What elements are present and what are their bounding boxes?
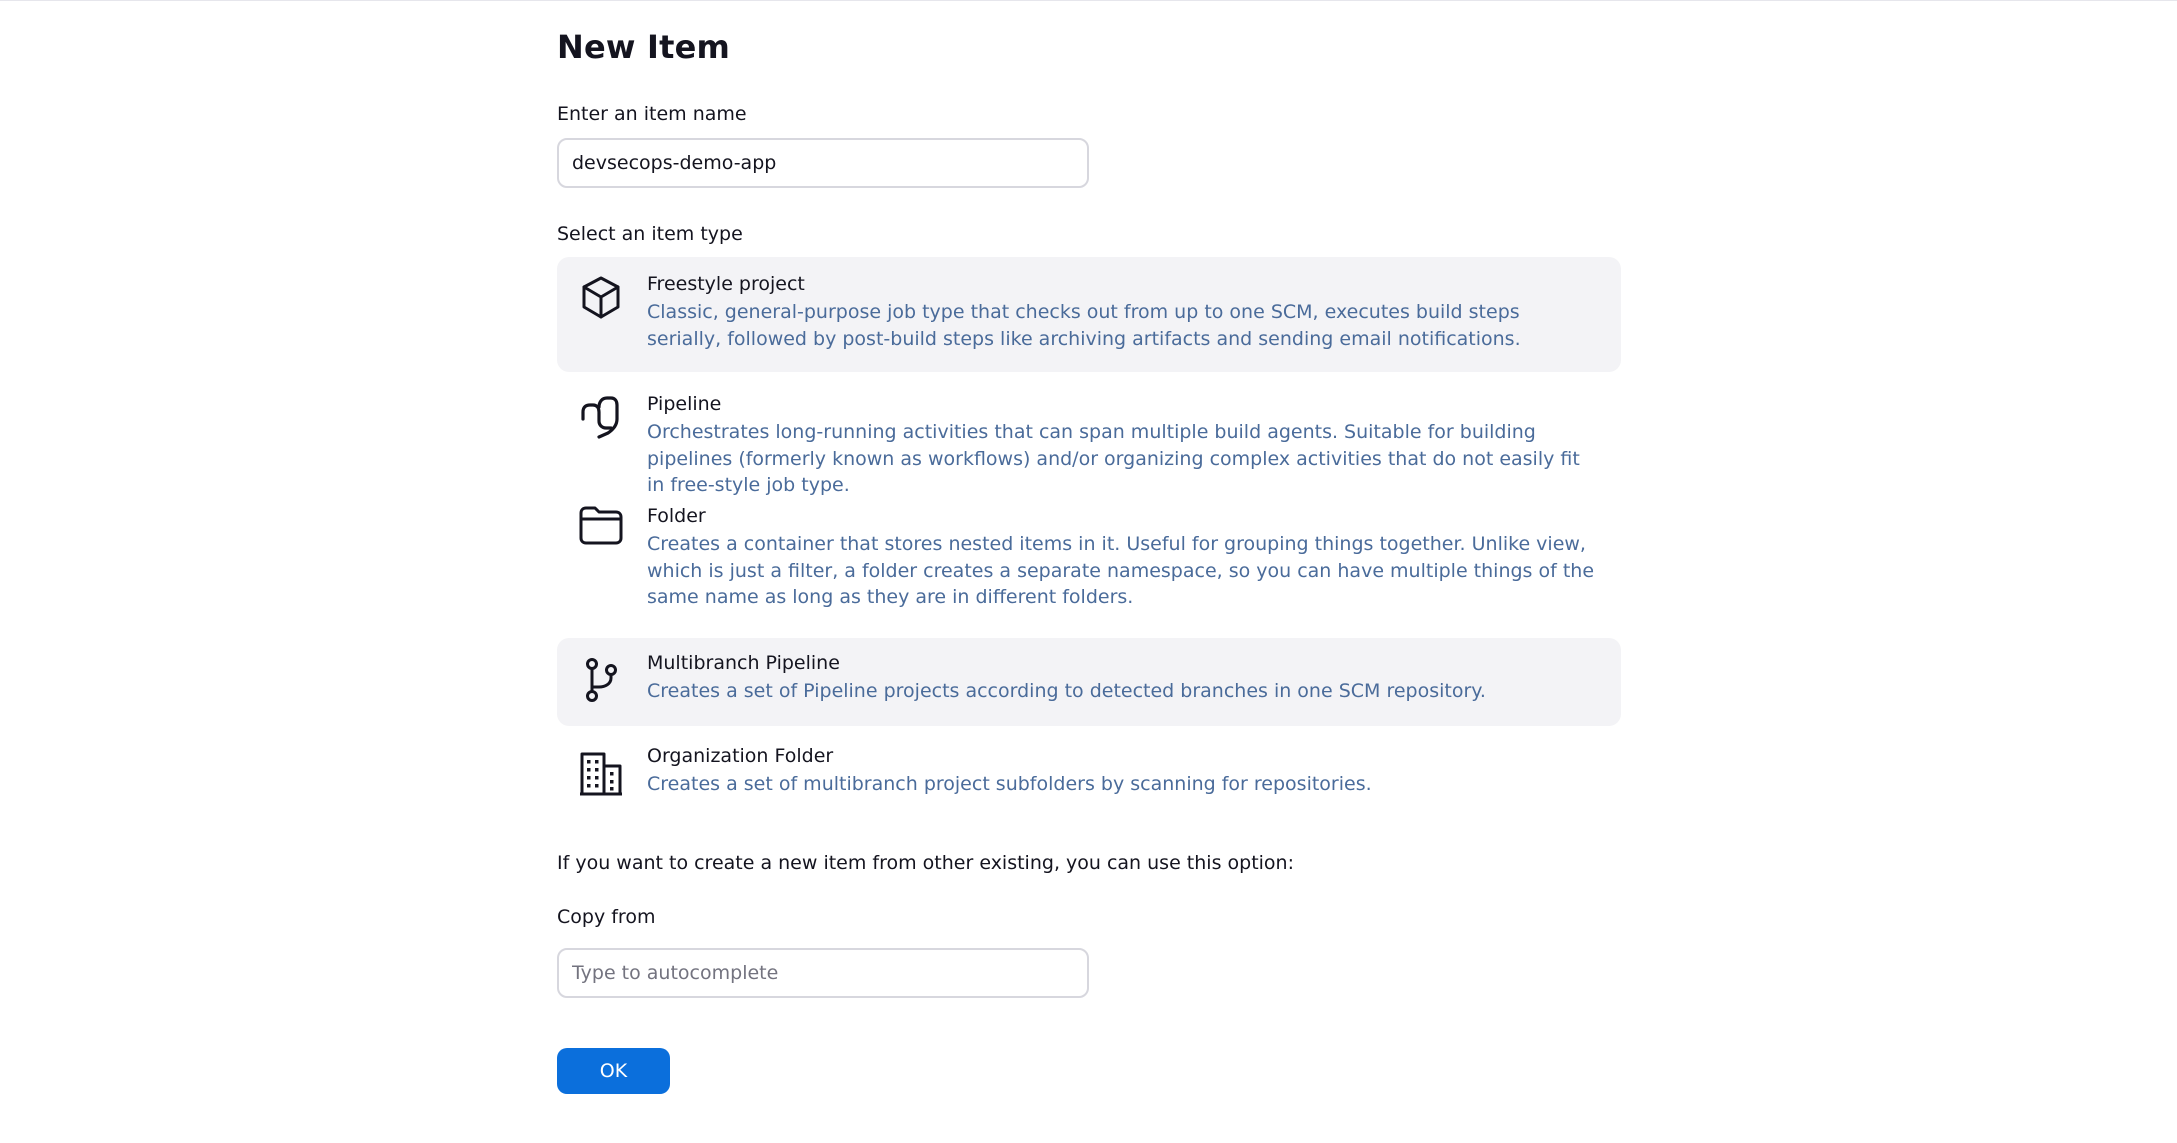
type-organization-folder[interactable]: Organization Folder Creates a set of mul… <box>557 733 1621 821</box>
type-name: Organization Folder <box>647 745 834 767</box>
page-title: New Item <box>557 28 731 66</box>
building-icon <box>577 750 625 798</box>
type-name: Freestyle project <box>647 273 805 295</box>
type-name: Multibranch Pipeline <box>647 652 840 674</box>
copy-hint: If you want to create a new item from ot… <box>557 852 1295 874</box>
copy-from-input[interactable] <box>557 948 1089 998</box>
git-branch-icon <box>577 656 625 704</box>
type-name: Pipeline <box>647 393 722 415</box>
type-pipeline[interactable]: Pipeline Orchestrates long-running activ… <box>557 377 1621 496</box>
copy-from-label: Copy from <box>557 906 656 928</box>
cube-icon <box>577 274 625 322</box>
type-freestyle-project[interactable]: Freestyle project Classic, general-purpo… <box>557 257 1621 372</box>
item-name-label: Enter an item name <box>557 103 747 125</box>
top-divider <box>0 0 2177 1</box>
type-multibranch-pipeline[interactable]: Multibranch Pipeline Creates a set of Pi… <box>557 638 1621 726</box>
type-description: Creates a set of Pipeline projects accor… <box>647 680 1486 702</box>
type-description: Orchestrates long-running activities tha… <box>647 421 1580 496</box>
folder-icon <box>577 501 625 549</box>
item-type-label: Select an item type <box>557 223 743 245</box>
item-name-input[interactable] <box>557 138 1089 188</box>
type-description: Creates a set of multibranch project sub… <box>647 773 1372 795</box>
type-description: Creates a container that stores nested i… <box>647 533 1595 608</box>
type-folder[interactable]: Folder Creates a container that stores n… <box>557 491 1621 631</box>
pipeline-icon <box>577 393 625 441</box>
type-name: Folder <box>647 505 706 527</box>
ok-button[interactable]: OK <box>557 1048 670 1094</box>
type-description: Classic, general-purpose job type that c… <box>647 301 1521 350</box>
